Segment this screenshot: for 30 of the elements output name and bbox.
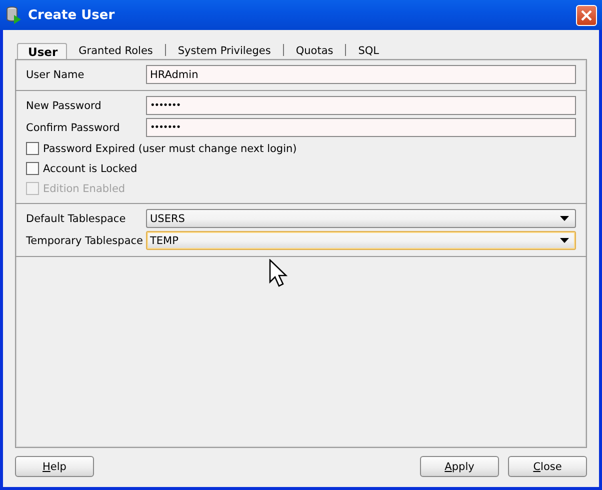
caret-icon	[560, 238, 569, 243]
checkbox-label: Edition Enabled	[43, 182, 126, 194]
field-label: Default Tablespace	[26, 212, 127, 224]
field-label: Confirm Password	[26, 122, 121, 134]
password-field[interactable]: •••••••	[146, 118, 576, 137]
password-field[interactable]: •••••••	[146, 96, 576, 115]
field-label: New Password	[26, 100, 102, 112]
close-button[interactable]: Close	[508, 456, 587, 477]
tab[interactable]: Quotas	[284, 44, 346, 59]
window-close-button[interactable]	[576, 4, 597, 26]
caret-icon	[560, 216, 569, 221]
apply-button[interactable]: Apply	[420, 456, 499, 477]
checkbox-label: Account is Locked	[43, 162, 138, 174]
tab[interactable]: SQL	[346, 44, 392, 59]
help-button[interactable]: Help	[15, 456, 94, 477]
text-field[interactable]: HRAdmin	[146, 65, 576, 84]
tab[interactable]: User	[17, 43, 67, 59]
window-title: Create User	[28, 8, 116, 22]
database-icon	[6, 6, 22, 24]
field-label: User Name	[26, 68, 86, 80]
tab[interactable]: Granted Roles	[66, 44, 165, 59]
checkbox[interactable]	[26, 162, 39, 175]
close-icon	[581, 10, 592, 20]
mouse-pointer-icon	[269, 259, 288, 287]
checkbox[interactable]	[26, 142, 39, 155]
tab[interactable]: System Privileges	[166, 44, 283, 59]
dropdown[interactable]: USERS	[146, 209, 576, 228]
field-label: Temporary Tablespace	[26, 234, 144, 246]
checkbox-label: Password Expired (user must change next login)	[43, 142, 297, 154]
dropdown[interactable]: TEMP	[146, 231, 576, 250]
